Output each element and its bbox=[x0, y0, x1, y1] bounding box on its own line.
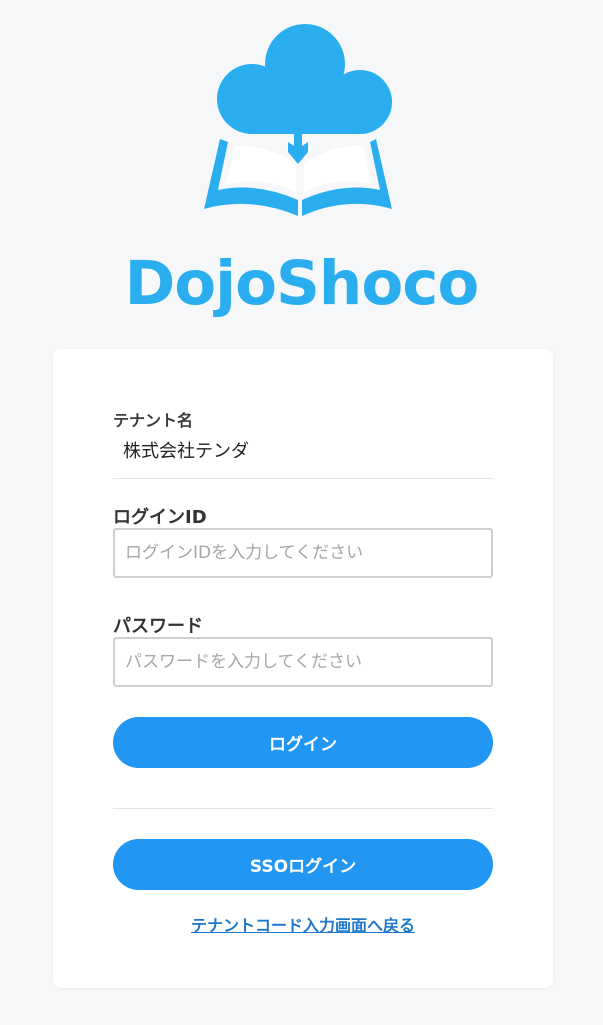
login-card: テナント名 株式会社テンダ ログインID パスワード ログイン SSOログイン … bbox=[53, 349, 553, 988]
sso-login-button[interactable]: SSOログイン bbox=[113, 839, 493, 890]
login-page: DojoShoco テナント名 株式会社テンダ ログインID パスワード ログイ… bbox=[0, 0, 603, 1025]
password-input[interactable] bbox=[113, 637, 493, 687]
cloud-book-icon bbox=[204, 24, 392, 216]
divider bbox=[113, 478, 493, 479]
divider bbox=[113, 808, 493, 809]
password-label: パスワード bbox=[113, 616, 203, 637]
logo-area: DojoShoco bbox=[0, 0, 603, 330]
login-id-label: ログインID bbox=[113, 507, 207, 528]
tenant-value: 株式会社テンダ bbox=[123, 441, 249, 462]
back-to-tenant-code-link[interactable]: テナントコード入力画面へ戻る bbox=[53, 912, 553, 936]
tenant-label: テナント名 bbox=[113, 411, 194, 430]
login-id-input[interactable] bbox=[113, 528, 493, 578]
login-button[interactable]: ログイン bbox=[113, 717, 493, 768]
brand-name: DojoShoco bbox=[124, 248, 480, 319]
